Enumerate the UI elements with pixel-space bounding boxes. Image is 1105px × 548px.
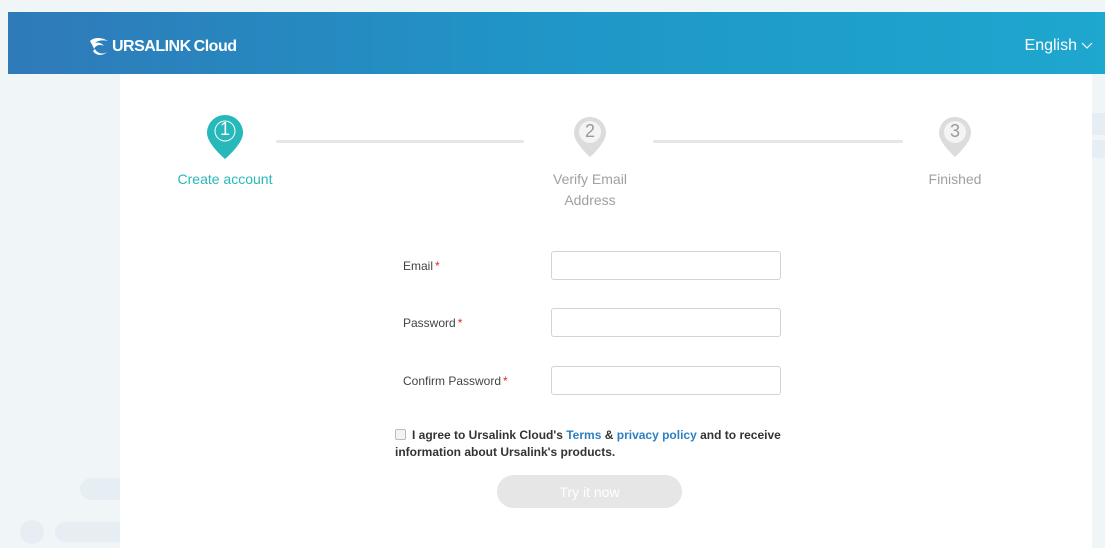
chevron-down-icon [1081, 42, 1093, 49]
try-it-now-button[interactable]: Try it now [497, 475, 682, 508]
required-mark: * [435, 259, 440, 273]
agree-checkbox[interactable] [395, 429, 406, 440]
agreement-text: I agree to Ursalink Cloud's Terms & priv… [395, 428, 781, 459]
logo-text: URSALINK Cloud [112, 38, 237, 55]
required-mark: * [457, 316, 463, 330]
email-label: Email * [403, 259, 440, 273]
step-number: 1 [219, 119, 230, 139]
background-decoration [20, 520, 44, 544]
step-marker-inactive: 3 [934, 113, 976, 161]
step-connector [276, 140, 524, 143]
required-mark: * [503, 374, 508, 388]
password-field[interactable] [551, 308, 781, 337]
step-label: Verify Email Address [553, 171, 627, 208]
terms-link[interactable]: Terms [566, 428, 601, 442]
ursalink-logo-icon [90, 38, 108, 55]
step-marker-inactive: 2 [569, 113, 611, 161]
confirm-password-label: Confirm Password * [403, 374, 508, 388]
step-marker-active: 1 [204, 113, 246, 161]
step-verify-email: 2 Verify Email Address [535, 113, 645, 211]
password-label: Password * [403, 316, 463, 330]
top-header: URSALINK Cloud English [8, 12, 1105, 74]
privacy-policy-link[interactable]: privacy policy [617, 428, 697, 442]
language-selector[interactable]: English [1025, 37, 1093, 55]
step-finished: 3 Finished [900, 113, 1010, 190]
ursalink-logo[interactable]: URSALINK Cloud [88, 34, 237, 60]
language-label: English [1024, 37, 1077, 54]
step-number: 2 [584, 121, 595, 141]
step-label: Create account [177, 171, 273, 187]
email-field[interactable] [551, 251, 781, 280]
step-connector [653, 140, 903, 143]
step-number: 3 [949, 121, 960, 141]
confirm-password-field[interactable] [551, 366, 781, 395]
step-create-account: 1 Create account [165, 113, 285, 190]
step-label: Finished [928, 171, 982, 187]
